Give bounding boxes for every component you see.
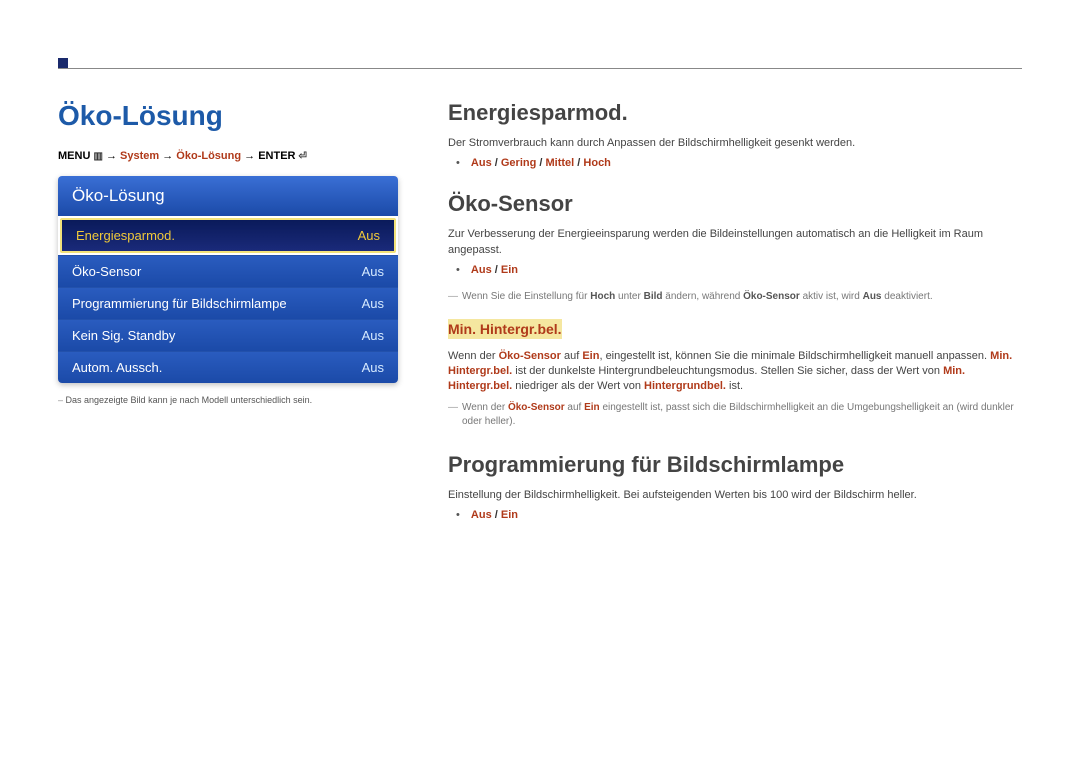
header-rule bbox=[58, 68, 1022, 69]
arrow-icon: → bbox=[162, 150, 173, 162]
page-title: Öko-Lösung bbox=[58, 100, 398, 132]
header-tab bbox=[58, 58, 68, 68]
model-footnote: Das angezeigte Bild kann je nach Modell … bbox=[58, 395, 398, 405]
section-programmierung: Programmierung für Bildschirmlampe Einst… bbox=[448, 452, 1022, 521]
option: Aus bbox=[471, 157, 492, 169]
sub-heading-min-hintergr: Min. Hintergr.bel. bbox=[448, 319, 562, 339]
section-text: Einstellung der Bildschirmhelligkeit. Be… bbox=[448, 488, 1022, 503]
note: Wenn der Öko-Sensor auf Ein eingestellt … bbox=[448, 401, 1022, 430]
osd-menu-header: Öko-Lösung bbox=[58, 176, 398, 216]
breadcrumb-oeko: Öko-Lösung bbox=[176, 150, 241, 162]
breadcrumb-menu: MENU bbox=[58, 150, 90, 162]
section-text: Der Stromverbrauch kann durch Anpassen d… bbox=[448, 136, 1022, 151]
menu-item-label: Kein Sig. Standby bbox=[72, 328, 362, 343]
section-title-programmierung: Programmierung für Bildschirmlampe bbox=[448, 452, 1022, 478]
menu-item-energiesparmod[interactable]: Energiesparmod. Aus bbox=[60, 218, 396, 253]
menu-item-value: Aus bbox=[362, 328, 384, 343]
breadcrumb-system: System bbox=[120, 150, 159, 162]
option: Aus bbox=[471, 509, 492, 521]
section-title-oeko-sensor: Öko-Sensor bbox=[448, 191, 1022, 217]
section-text: Zur Verbesserung der Energieeinsparung w… bbox=[448, 227, 1022, 258]
section-energiesparmod: Energiesparmod. Der Stromverbrauch kann … bbox=[448, 100, 1022, 169]
arrow-icon: → bbox=[244, 150, 255, 162]
options-bullet: Aus / Gering / Mittel / Hoch bbox=[456, 157, 1022, 169]
menu-item-value: Aus bbox=[362, 360, 384, 375]
breadcrumb: MENU ▥ → System → Öko-Lösung → ENTER ⏎ bbox=[58, 150, 398, 162]
options-bullet: Aus / Ein bbox=[456, 509, 1022, 521]
menu-item-programmierung[interactable]: Programmierung für Bildschirmlampe Aus bbox=[58, 287, 398, 319]
option: Ein bbox=[501, 264, 518, 276]
enter-icon: ⏎ bbox=[299, 151, 307, 162]
option: Ein bbox=[501, 509, 518, 521]
arrow-icon: → bbox=[106, 150, 117, 162]
note: Wenn Sie die Einstellung für Hoch unter … bbox=[448, 290, 1022, 305]
options-bullet: Aus / Ein bbox=[456, 264, 1022, 276]
menu-item-label: Energiesparmod. bbox=[76, 228, 358, 243]
menu-item-label: Autom. Aussch. bbox=[72, 360, 362, 375]
menu-item-value: Aus bbox=[362, 296, 384, 311]
menu-item-value: Aus bbox=[362, 264, 384, 279]
menu-item-label: Programmierung für Bildschirmlampe bbox=[72, 296, 362, 311]
section-oeko-sensor: Öko-Sensor Zur Verbesserung der Energiee… bbox=[448, 191, 1022, 429]
breadcrumb-enter: ENTER bbox=[258, 150, 295, 162]
menu-item-oeko-sensor[interactable]: Öko-Sensor Aus bbox=[58, 255, 398, 287]
option: Gering bbox=[501, 157, 536, 169]
option: Mittel bbox=[546, 157, 575, 169]
option: Hoch bbox=[583, 157, 611, 169]
osd-menu-panel: Öko-Lösung Energiesparmod. Aus Öko-Senso… bbox=[58, 176, 398, 383]
menu-icon: ▥ bbox=[93, 151, 102, 162]
option: Aus bbox=[471, 264, 492, 276]
menu-item-kein-sig-standby[interactable]: Kein Sig. Standby Aus bbox=[58, 319, 398, 351]
section-title-energiesparmod: Energiesparmod. bbox=[448, 100, 1022, 126]
menu-item-autom-aussch[interactable]: Autom. Aussch. Aus bbox=[58, 351, 398, 383]
menu-item-value: Aus bbox=[358, 228, 380, 243]
section-text: Wenn der Öko-Sensor auf Ein, eingestellt… bbox=[448, 349, 1022, 395]
menu-item-label: Öko-Sensor bbox=[72, 264, 362, 279]
